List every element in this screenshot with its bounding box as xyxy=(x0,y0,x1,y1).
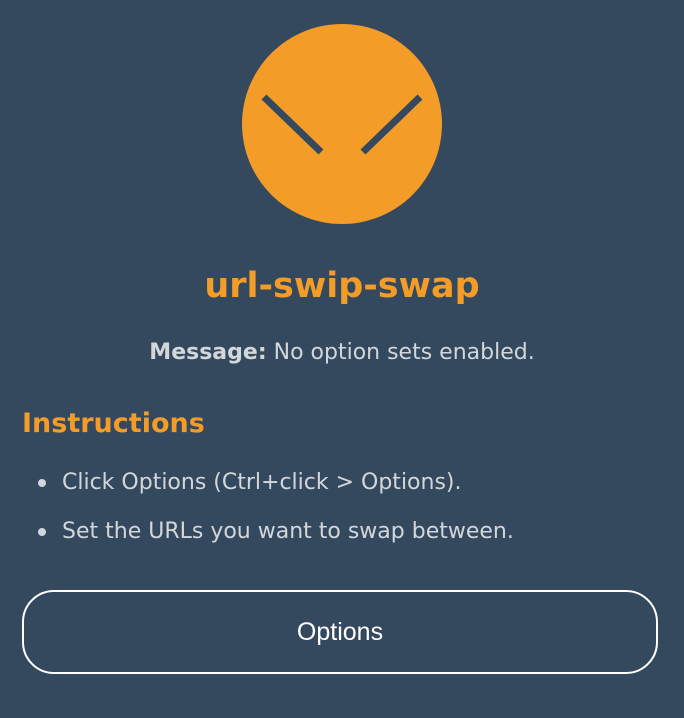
message-label: Message: xyxy=(149,340,267,365)
bullet-icon xyxy=(38,528,46,536)
instructions-heading: Instructions xyxy=(22,408,205,439)
instruction-text: Click Options (Ctrl+click > Options). xyxy=(62,470,462,495)
logo-circle xyxy=(242,24,442,224)
status-message: Message: No option sets enabled. xyxy=(0,338,684,368)
instruction-item: Click Options (Ctrl+click > Options). xyxy=(22,466,514,500)
instructions-list: Click Options (Ctrl+click > Options). Se… xyxy=(22,466,514,564)
instruction-item: Set the URLs you want to swap between. xyxy=(22,515,514,549)
logo-icon xyxy=(242,24,442,224)
message-text: No option sets enabled. xyxy=(273,340,535,365)
bullet-icon xyxy=(38,479,46,487)
options-button[interactable]: Options xyxy=(22,590,658,674)
app-title: url-swip-swap xyxy=(204,266,480,306)
instruction-text: Set the URLs you want to swap between. xyxy=(62,519,514,544)
